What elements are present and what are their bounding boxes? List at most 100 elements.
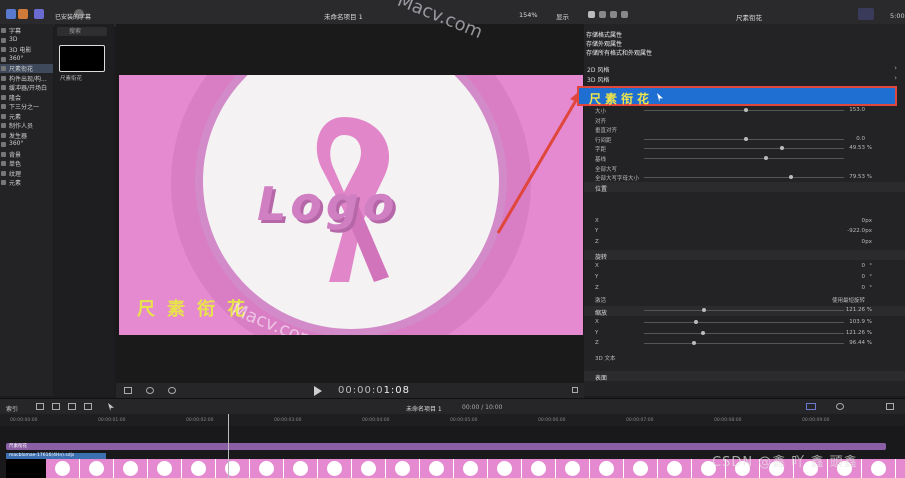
- sidebar-item[interactable]: 3D 电影: [0, 45, 53, 54]
- fullscreen-icon[interactable]: [572, 387, 578, 393]
- param-row[interactable]: 全部大写: [584, 164, 905, 173]
- slider-knob[interactable]: [702, 308, 706, 312]
- sidebar-item[interactable]: 纹理: [0, 169, 53, 178]
- skimming-icon[interactable]: [806, 403, 816, 410]
- sidebar-item[interactable]: 制作人员: [0, 121, 53, 130]
- param-row[interactable]: 3D 文本: [584, 353, 905, 362]
- param-slider[interactable]: [644, 343, 844, 345]
- section-position[interactable]: 位置: [584, 182, 905, 193]
- overwrite-icon[interactable]: [84, 403, 92, 410]
- param-row[interactable]: 垂直对齐: [584, 125, 905, 134]
- text-inspector-icon[interactable]: [599, 11, 606, 18]
- sidebar-item[interactable]: 字幕: [0, 26, 53, 35]
- keyword-icon[interactable]: [18, 9, 28, 19]
- param-value[interactable]: 121.26: [846, 330, 865, 336]
- slider-knob[interactable]: [692, 341, 696, 346]
- import-icon[interactable]: [6, 9, 16, 19]
- param-row[interactable]: 基线: [584, 154, 905, 163]
- param-row[interactable]: Y -922.0 px: [584, 227, 905, 236]
- inspector-toggle-icon[interactable]: [588, 11, 595, 18]
- param-slider[interactable]: [644, 148, 844, 150]
- video-inspector-icon[interactable]: [610, 11, 617, 18]
- param-value[interactable]: 0: [862, 274, 866, 280]
- param-value[interactable]: 49.53: [849, 145, 865, 151]
- param-row[interactable]: 行间距 0.0: [584, 135, 905, 144]
- select-tool-icon[interactable]: [108, 403, 114, 411]
- index-button[interactable]: 索引: [6, 404, 18, 413]
- transform-icon[interactable]: [124, 387, 132, 394]
- play-icon[interactable]: [314, 386, 322, 396]
- slider-knob[interactable]: [694, 320, 698, 324]
- slider-knob[interactable]: [780, 146, 784, 151]
- param-row[interactable]: X 103.9%: [584, 318, 905, 327]
- param-slider[interactable]: [644, 310, 844, 311]
- sidebar-item[interactable]: 元素: [0, 112, 53, 121]
- style-2d[interactable]: 2D 风格 ›: [586, 64, 903, 74]
- param-value[interactable]: 96.44: [849, 340, 865, 346]
- param-row[interactable]: Y 121.26%: [584, 329, 905, 338]
- slider-knob[interactable]: [764, 156, 768, 160]
- clip-appearance-icon[interactable]: [886, 403, 894, 410]
- param-value[interactable]: 153.0: [849, 107, 865, 113]
- param-value[interactable]: 0.0: [856, 136, 865, 142]
- param-row[interactable]: X 0 °: [584, 262, 905, 271]
- param-row[interactable]: Z 96.44%: [584, 339, 905, 348]
- param-row[interactable]: 激活 使用最短旋转: [584, 295, 905, 304]
- selected-style-item[interactable]: 尺素衔花: [577, 86, 897, 106]
- param-row[interactable]: X 0 px: [584, 217, 905, 226]
- section-surface[interactable]: 表面: [584, 371, 905, 382]
- sidebar-item[interactable]: 元素: [0, 178, 53, 187]
- param-value[interactable]: 103.9: [849, 319, 865, 325]
- sidebar-item[interactable]: 尺素衔花: [0, 64, 53, 73]
- param-value[interactable]: 使用最短旋转: [832, 296, 865, 304]
- param-row[interactable]: 对齐: [584, 116, 905, 125]
- param-value[interactable]: 0: [862, 285, 866, 291]
- search-input[interactable]: 搜索: [57, 27, 107, 36]
- slider-knob[interactable]: [744, 108, 748, 112]
- sidebar-item[interactable]: 缓冲器/开场白: [0, 83, 53, 92]
- param-row[interactable]: Z 0 px: [584, 238, 905, 247]
- view-menu[interactable]: 显示: [556, 11, 569, 21]
- param-row[interactable]: 全部大写字母大小 79.53%: [584, 173, 905, 182]
- param-value[interactable]: 0: [862, 263, 866, 269]
- timeline-ruler[interactable]: 00:00:00:00 00:00:01:00 00:00:02:00 00:00:0…: [0, 414, 905, 426]
- slider-knob[interactable]: [744, 136, 748, 141]
- enhance-icon[interactable]: [146, 387, 154, 394]
- sidebar-item[interactable]: 构件出现/构...: [0, 74, 53, 83]
- param-value[interactable]: 79.53: [849, 174, 865, 180]
- slider-knob[interactable]: [701, 330, 705, 335]
- sidebar-item[interactable]: 360°: [0, 55, 53, 64]
- connect-icon[interactable]: [68, 403, 76, 410]
- param-row[interactable]: 大小 153.0: [584, 106, 905, 115]
- title-clip[interactable]: 尺素衔花: [6, 443, 886, 450]
- sidebar-item[interactable]: 3D: [0, 36, 53, 45]
- param-row[interactable]: 121.26%: [584, 306, 905, 315]
- append-icon[interactable]: [36, 403, 44, 410]
- info-inspector-icon[interactable]: [621, 11, 628, 18]
- param-value[interactable]: -922.0: [847, 228, 865, 234]
- param-row[interactable]: Z 0 °: [584, 284, 905, 293]
- param-slider[interactable]: [644, 158, 844, 159]
- title-thumbnail[interactable]: [59, 45, 105, 72]
- playhead[interactable]: [228, 414, 229, 478]
- speed-icon[interactable]: [168, 387, 176, 394]
- insert-icon[interactable]: [52, 403, 60, 410]
- zoom-level[interactable]: 154%: [519, 11, 538, 19]
- menu-item-save-all[interactable]: 存储所有格式和外观属性: [586, 49, 817, 58]
- param-slider[interactable]: [644, 332, 844, 334]
- sidebar-item[interactable]: 360°: [0, 140, 53, 149]
- sidebar-item[interactable]: 下三分之一: [0, 102, 53, 111]
- param-row[interactable]: Y 0 °: [584, 273, 905, 282]
- sidebar-item[interactable]: 背景: [0, 150, 53, 159]
- audio-icon[interactable]: [836, 403, 844, 410]
- sidebar-item[interactable]: 发生器: [0, 131, 53, 140]
- param-value[interactable]: 121.26: [846, 307, 865, 313]
- library-icon[interactable]: [34, 9, 44, 19]
- slider-knob[interactable]: [789, 175, 793, 180]
- style-3d[interactable]: 3D 风格 ›: [586, 74, 903, 84]
- menu-item-save-appearance[interactable]: 存储外观属性: [586, 40, 817, 49]
- param-slider[interactable]: [644, 177, 844, 179]
- section-rotation[interactable]: 旋转: [584, 250, 905, 261]
- sidebar-item[interactable]: 单色: [0, 159, 53, 168]
- sidebar-item[interactable]: 隆会: [0, 93, 53, 102]
